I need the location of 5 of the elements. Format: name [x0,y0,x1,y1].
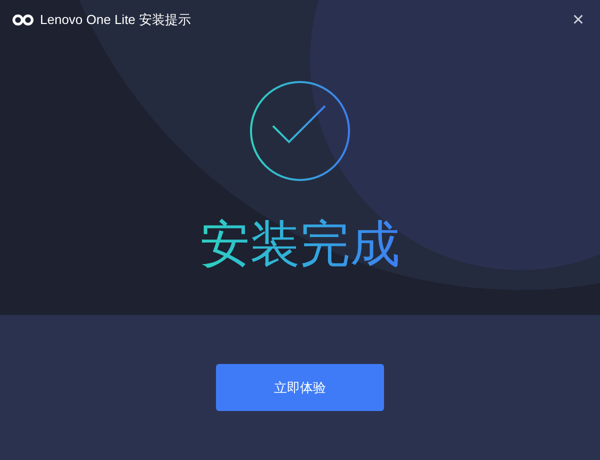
logo-icon [12,14,34,26]
try-now-button[interactable]: 立即体验 [216,364,384,411]
close-button[interactable]: × [568,10,588,30]
checkmark-circle-icon [249,80,351,182]
window-title: Lenovo One Lite 安装提示 [40,11,192,30]
